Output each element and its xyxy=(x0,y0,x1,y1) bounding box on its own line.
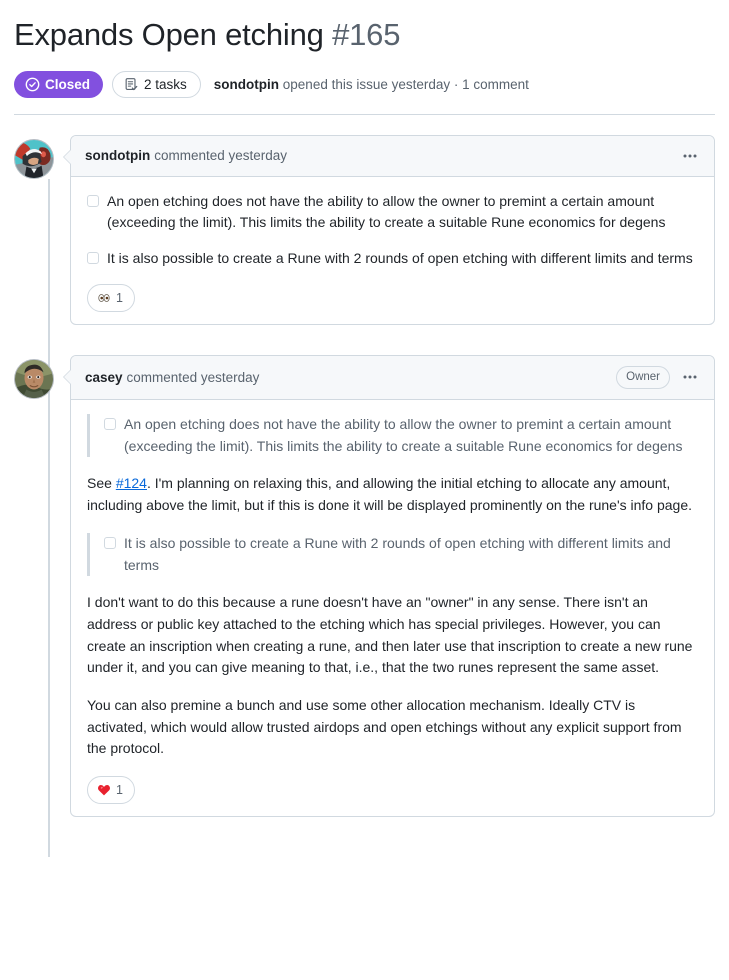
check-circle-icon xyxy=(25,77,40,92)
owner-badge: Owner xyxy=(616,365,670,390)
reaction-count: 1 xyxy=(116,783,123,797)
comment-menu-button[interactable] xyxy=(680,146,700,166)
issue-page: Expands Open etching #165 Closed 2 tasks… xyxy=(0,0,729,980)
quoted-task-label: It is also possible to create a Rune wit… xyxy=(124,534,671,573)
comment-body: An open etching does not have the abilit… xyxy=(71,177,714,324)
comment-header: casey commented yesterday Owner xyxy=(71,355,714,401)
task-label: An open etching does not have the abilit… xyxy=(107,192,666,231)
issue-title-text: Expands Open etching xyxy=(14,17,324,52)
task-checkbox[interactable] xyxy=(104,536,116,549)
task-list: An open etching does not have the abilit… xyxy=(87,191,698,270)
paragraph: You can also premine a bunch and use som… xyxy=(87,696,682,757)
status-badge: Closed xyxy=(14,70,104,98)
avatar[interactable] xyxy=(14,138,54,179)
comment-timestamp: commented yesterday xyxy=(154,148,288,164)
header-divider xyxy=(14,113,715,115)
reactions-row: 1 xyxy=(87,776,698,804)
comment-body: An open etching does not have the abilit… xyxy=(71,400,714,816)
status-badge-label: Closed xyxy=(45,76,91,92)
comment-author[interactable]: casey xyxy=(85,370,123,385)
reaction-count: 1 xyxy=(116,290,123,305)
comment-menu-button[interactable] xyxy=(680,367,700,387)
timeline-item: sondotpin commented yesterday An open et… xyxy=(14,134,715,325)
comment-author[interactable]: sondotpin xyxy=(85,148,150,163)
issue-meta-row: Closed 2 tasks sondotpin opened this iss… xyxy=(14,70,715,98)
issue-reference-link[interactable]: #124 xyxy=(116,475,147,491)
issue-header: Expands Open etching #165 Closed 2 tasks… xyxy=(14,0,715,115)
timeline-item: casey commented yesterday Owner An open … xyxy=(14,354,715,817)
reaction-eyes[interactable]: 1 xyxy=(87,283,135,312)
reactions-row: 1 xyxy=(87,283,698,312)
tasks-pill-label: 2 tasks xyxy=(144,76,187,92)
task-checkbox[interactable] xyxy=(87,252,99,265)
paragraph: I don't want to do this because a rune d… xyxy=(87,594,693,676)
task-label: It is also possible to create a Rune wit… xyxy=(107,250,693,267)
comment-box: casey commented yesterday Owner An open … xyxy=(63,354,715,817)
paragraph-prefix: See xyxy=(87,475,116,492)
list-item: It is also possible to create a Rune wit… xyxy=(104,533,698,576)
blockquote: It is also possible to create a Rune wit… xyxy=(87,532,698,577)
heart-emoji xyxy=(97,783,111,797)
comment-timestamp: commented yesterday xyxy=(126,369,260,385)
issue-meta-suffix: opened this issue yesterday · 1 comment xyxy=(279,76,529,92)
issue-author-link[interactable]: sondotpin xyxy=(214,77,279,92)
issue-number: #165 xyxy=(332,17,401,52)
comment-wrapper: casey commented yesterday Owner An open … xyxy=(63,354,715,817)
kebab-horizontal-icon xyxy=(682,369,698,385)
list-item: It is also possible to create a Rune wit… xyxy=(87,248,698,270)
tasklist-icon xyxy=(124,77,139,92)
paragraph: See #124. I'm planning on relaxing this,… xyxy=(87,473,698,516)
paragraph-suffix: . I'm planning on relaxing this, and all… xyxy=(87,475,693,514)
avatar[interactable] xyxy=(14,358,54,399)
issue-meta-text: sondotpin opened this issue yesterday · … xyxy=(214,77,529,92)
kebab-horizontal-icon xyxy=(682,148,698,164)
list-item: An open etching does not have the abilit… xyxy=(87,191,698,234)
quoted-task-label: An open etching does not have the abilit… xyxy=(124,416,683,454)
eyes-emoji xyxy=(97,291,111,305)
comment-timeline: sondotpin commented yesterday An open et… xyxy=(14,134,715,857)
comment-wrapper: sondotpin commented yesterday An open et… xyxy=(63,134,715,325)
tasks-pill[interactable]: 2 tasks xyxy=(112,70,201,98)
comment-box: sondotpin commented yesterday An open et… xyxy=(63,134,715,325)
list-item: An open etching does not have the abilit… xyxy=(104,414,698,457)
blockquote: An open etching does not have the abilit… xyxy=(87,414,698,458)
task-checkbox[interactable] xyxy=(104,418,116,431)
task-checkbox[interactable] xyxy=(87,194,99,207)
comment-header: sondotpin commented yesterday xyxy=(71,135,714,177)
reaction-heart[interactable]: 1 xyxy=(87,776,135,804)
page-title: Expands Open etching #165 xyxy=(14,16,715,55)
